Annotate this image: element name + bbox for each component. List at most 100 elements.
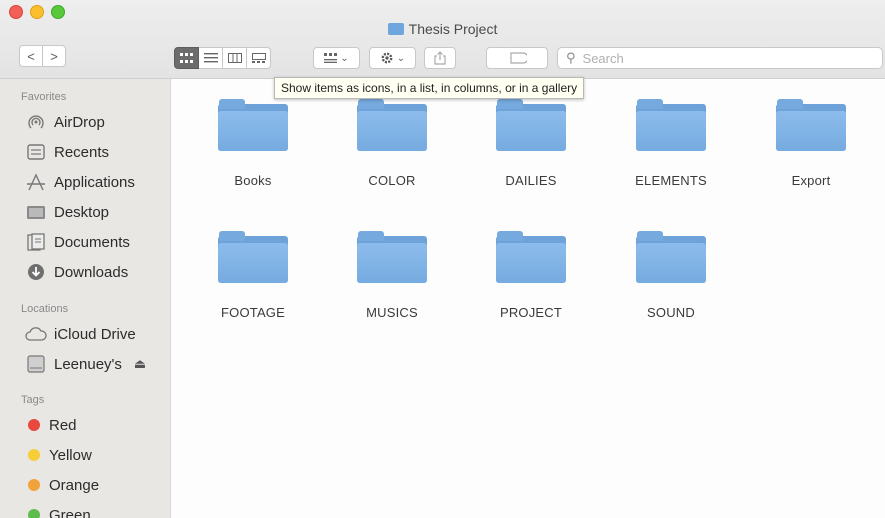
finder-window: Thesis Project < > ⌄ ⌄ ⚲ Search Show ite… [0,0,885,518]
share-icon [434,51,446,65]
search-icon: ⚲ [566,50,576,65]
gallery-view-button[interactable] [247,47,271,69]
folder-icon [636,99,706,151]
search-input[interactable] [580,49,855,67]
folder-icon [496,99,566,151]
zoom-button[interactable] [51,5,65,19]
minimize-button[interactable] [30,5,44,19]
close-button[interactable] [9,5,23,19]
folder-icon [357,99,427,151]
gallery-view-icon [251,53,266,63]
disk-icon [25,355,47,373]
chevron-down-icon: ⌄ [340,52,349,64]
icon-view-icon [179,52,193,63]
action-button[interactable]: ⌄ [369,47,416,69]
tag-icon [510,52,527,64]
sidebar-item-label: Red [49,416,77,434]
folder-name: SOUND [647,305,695,320]
sidebar-item-label: Leenuey's [54,355,122,373]
list-view-button[interactable] [199,47,223,69]
sidebar-tag-yellow[interactable]: Yellow [25,442,92,468]
folder-name: PROJECT [499,305,563,320]
tag-dot-icon [28,509,40,518]
folder-name: ELEMENTS [635,173,707,188]
cloud-icon [25,325,47,343]
group-icon [324,53,338,63]
list-view-icon [203,53,218,63]
icon-view-button[interactable] [174,47,199,69]
sidebar-item-icloud-drive[interactable]: iCloud Drive [25,321,136,347]
sidebar-item-leenueys[interactable]: Leenuey's ⏏ [25,351,146,377]
folder-icon [387,23,404,35]
sidebar-item-label: Recents [54,143,110,161]
sidebar-item-label: Downloads [54,263,129,281]
sidebar-tag-red[interactable]: Red [25,412,77,438]
chevron-down-icon: ⌄ [396,52,406,64]
search-field[interactable]: ⚲ [557,47,883,69]
sidebar-tag-green[interactable]: Green [25,502,91,518]
folder-name: COLOR [368,173,416,188]
sidebar-tag-orange[interactable]: Orange [25,472,99,498]
back-button[interactable]: < [19,45,43,67]
folder-item[interactable]: ELEMENTS [611,99,731,188]
folder-item[interactable]: Books [193,99,313,188]
forward-button[interactable]: > [43,45,66,67]
folder-item[interactable]: SOUND [611,231,731,320]
sidebar-item-downloads[interactable]: Downloads [25,259,128,285]
sidebar-item-label: Desktop [54,203,110,221]
folder-name: Export [791,173,831,188]
folder-icon [357,231,427,283]
folder-icon [218,231,288,283]
back-icon: < [27,48,35,64]
folder-item[interactable]: MUSICS [332,231,452,320]
tooltip: Show items as icons, in a list, in colum… [274,77,585,99]
folder-name: FOOTAGE [221,305,285,320]
airdrop-icon [25,113,47,131]
downloads-icon [25,263,47,281]
sidebar-item-desktop[interactable]: Desktop [25,199,109,225]
toolbar: Thesis Project < > ⌄ ⌄ ⚲ Search [0,0,885,79]
tags-header: Tags [21,394,45,406]
column-view-icon [227,53,242,63]
tag-dot-icon [28,479,40,491]
tags-button[interactable] [486,47,548,69]
desktop-icon [25,203,47,221]
sidebar-item-label: Documents [54,233,130,251]
folder-icon [636,231,706,283]
view-mode-control [174,47,271,69]
favorites-header: Favorites [21,91,67,103]
folder-item[interactable]: DAILIES [471,99,591,188]
window-title-text: Thesis Project [408,21,498,37]
folder-item[interactable]: Export [751,99,871,188]
sidebar-item-applications[interactable]: Applications [25,169,135,195]
eject-icon[interactable]: ⏏ [134,356,146,372]
navigation-buttons: < > [19,45,66,67]
folder-name: MUSICS [366,305,418,320]
sidebar-item-label: Yellow [49,446,92,464]
sidebar-item-recents[interactable]: Recents [25,139,109,165]
forward-icon: > [50,48,58,64]
sidebar-item-airdrop[interactable]: AirDrop [25,109,105,135]
group-by-button[interactable]: ⌄ [313,47,360,69]
tag-dot-icon [28,449,40,461]
folder-item[interactable]: PROJECT [471,231,591,320]
sidebar-item-label: Orange [49,476,100,494]
gear-icon [381,52,393,64]
tag-dot-icon [28,419,40,431]
folder-name: DAILIES [505,173,557,188]
sidebar: Favorites AirDrop Recents Applications D… [0,79,171,518]
applications-icon [25,173,47,191]
sidebar-item-label: AirDrop [54,113,105,131]
folder-icon [218,99,288,151]
folder-item[interactable]: FOOTAGE [193,231,313,320]
window-title: Thesis Project [0,21,885,37]
folder-item[interactable]: COLOR [332,99,452,188]
recents-icon [25,143,47,161]
folder-icon [776,99,846,151]
documents-icon [25,233,47,251]
column-view-button[interactable] [223,47,247,69]
sidebar-item-documents[interactable]: Documents [25,229,130,255]
folder-name: Books [234,173,272,188]
sidebar-item-label: Green [49,506,91,518]
share-button[interactable] [424,47,456,69]
